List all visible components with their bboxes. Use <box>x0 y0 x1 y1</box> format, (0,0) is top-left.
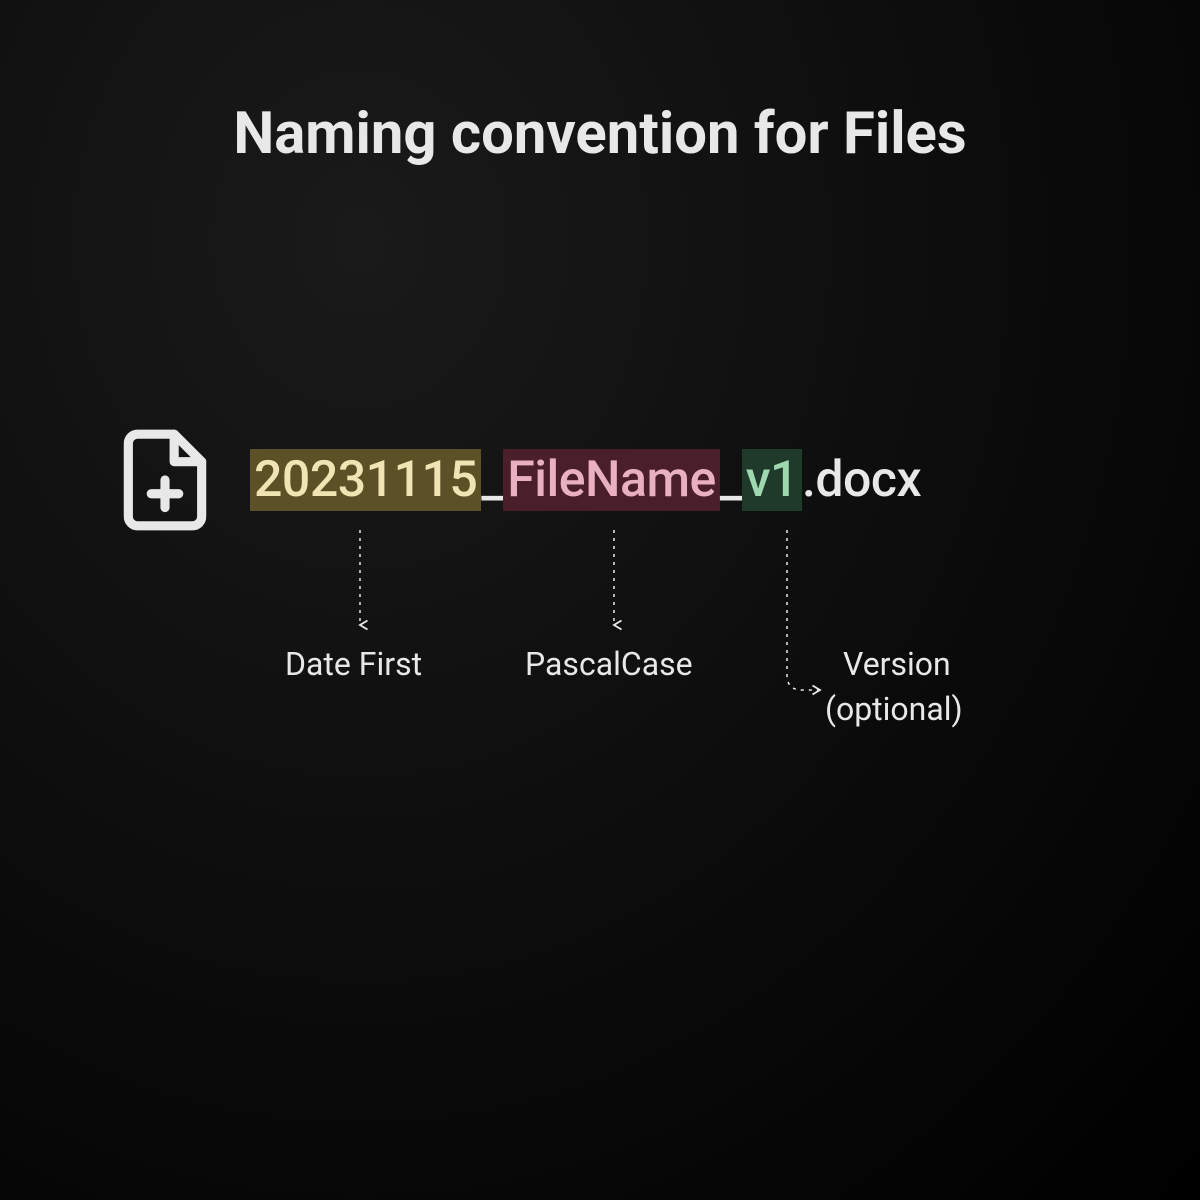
annotation-version-label-2: (optional) <box>825 690 963 728</box>
annotation-date-label: Date First <box>285 645 422 683</box>
segment-date: 20231115 <box>250 449 481 511</box>
page-title: Naming convention for Files <box>0 100 1200 168</box>
segment-extension: .docx <box>802 451 921 509</box>
annotations-layer: Date First PascalCase Version (optional) <box>0 520 1200 820</box>
separator: _ <box>720 451 742 509</box>
separator: _ <box>481 451 503 509</box>
annotation-name-label: PascalCase <box>525 645 693 683</box>
filename-string: 20231115_FileName_v1.docx <box>250 451 921 509</box>
annotation-version-label-1: Version <box>843 645 951 683</box>
segment-version: v1 <box>742 449 802 511</box>
segment-name: FileName <box>503 449 720 511</box>
